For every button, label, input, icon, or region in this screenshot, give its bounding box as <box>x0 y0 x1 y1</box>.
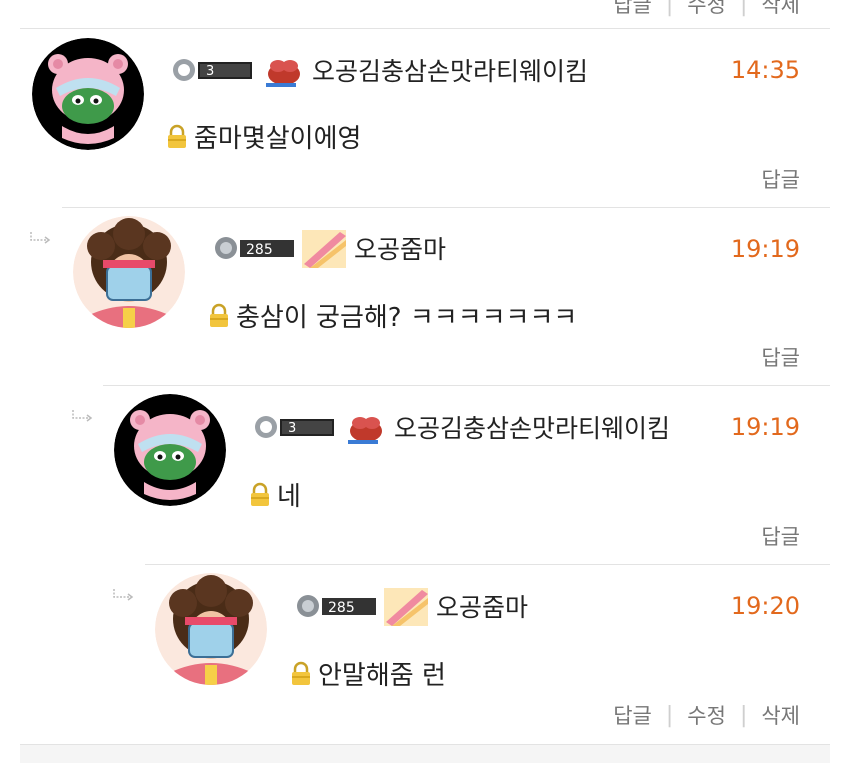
reply-arrow-icon <box>30 232 51 244</box>
comment-list-footer <box>20 744 830 763</box>
level-badge: 3 <box>170 57 254 83</box>
comment-time: 19:19 <box>730 413 800 441</box>
red-frog-icon <box>340 407 388 447</box>
comment-time: 19:20 <box>730 592 800 620</box>
edit-button[interactable]: 수정 <box>687 700 726 730</box>
lock-icon <box>164 124 190 150</box>
nickname[interactable]: 오공줌마 <box>436 588 528 624</box>
lock-icon <box>206 303 232 329</box>
action-separator: | <box>665 0 674 17</box>
reply-arrow-icon <box>72 410 93 422</box>
reply-button[interactable]: 답글 <box>613 0 652 19</box>
reply-button[interactable]: 답글 <box>613 700 652 730</box>
action-separator: | <box>739 702 748 728</box>
comment-divider <box>20 28 830 29</box>
reply-button[interactable]: 답글 <box>761 164 800 194</box>
pink-stripe-icon <box>300 228 348 268</box>
svg-text:285: 285 <box>246 242 273 258</box>
comment-divider <box>145 564 830 565</box>
svg-text:285: 285 <box>328 600 355 616</box>
svg-text:3: 3 <box>206 64 214 79</box>
comment-text: 네 <box>277 482 301 512</box>
action-separator: | <box>739 0 748 17</box>
reply-arrow-icon <box>113 589 134 601</box>
avatar[interactable] <box>73 216 185 328</box>
comment-time: 19:19 <box>730 235 800 263</box>
red-frog-icon <box>258 50 306 90</box>
afro-visor-avatar <box>73 216 185 328</box>
level-badge: 285 <box>294 593 378 619</box>
nickname[interactable]: 오공김충삼손맛라티웨이킴 <box>394 409 670 445</box>
pink-hood-frog-avatar <box>114 394 226 506</box>
reply-button[interactable]: 답글 <box>761 521 800 551</box>
action-separator: | <box>665 702 674 728</box>
pink-stripe-icon <box>382 586 430 626</box>
delete-button[interactable]: 삭제 <box>761 700 800 730</box>
svg-text:3: 3 <box>288 421 296 436</box>
level-badge: 285 <box>212 235 296 261</box>
lock-icon <box>247 482 273 508</box>
comment-divider <box>62 207 830 208</box>
avatar[interactable] <box>32 38 144 150</box>
nickname[interactable]: 오공김충삼손맛라티웨이킴 <box>312 52 588 88</box>
lock-icon <box>288 661 314 687</box>
comment-text: 충삼이 궁금해? ㅋㅋㅋㅋㅋㅋㅋ <box>236 303 578 333</box>
reply-button[interactable]: 답글 <box>761 342 800 372</box>
level-badge: 3 <box>252 414 336 440</box>
afro-visor-avatar <box>155 573 267 685</box>
pink-hood-frog-avatar <box>32 38 144 150</box>
prev-comment-actions: 답글 | 수정 | 삭제 <box>613 0 800 19</box>
comment-time: 14:35 <box>730 56 800 84</box>
avatar[interactable] <box>155 573 267 685</box>
delete-button[interactable]: 삭제 <box>761 0 800 19</box>
nickname[interactable]: 오공줌마 <box>354 230 446 266</box>
edit-button[interactable]: 수정 <box>687 0 726 19</box>
comment-divider <box>103 385 830 386</box>
avatar[interactable] <box>114 394 226 506</box>
comment-text: 줌마몇살이에영 <box>194 124 362 154</box>
comment-text: 안말해줌 런 <box>318 661 446 691</box>
